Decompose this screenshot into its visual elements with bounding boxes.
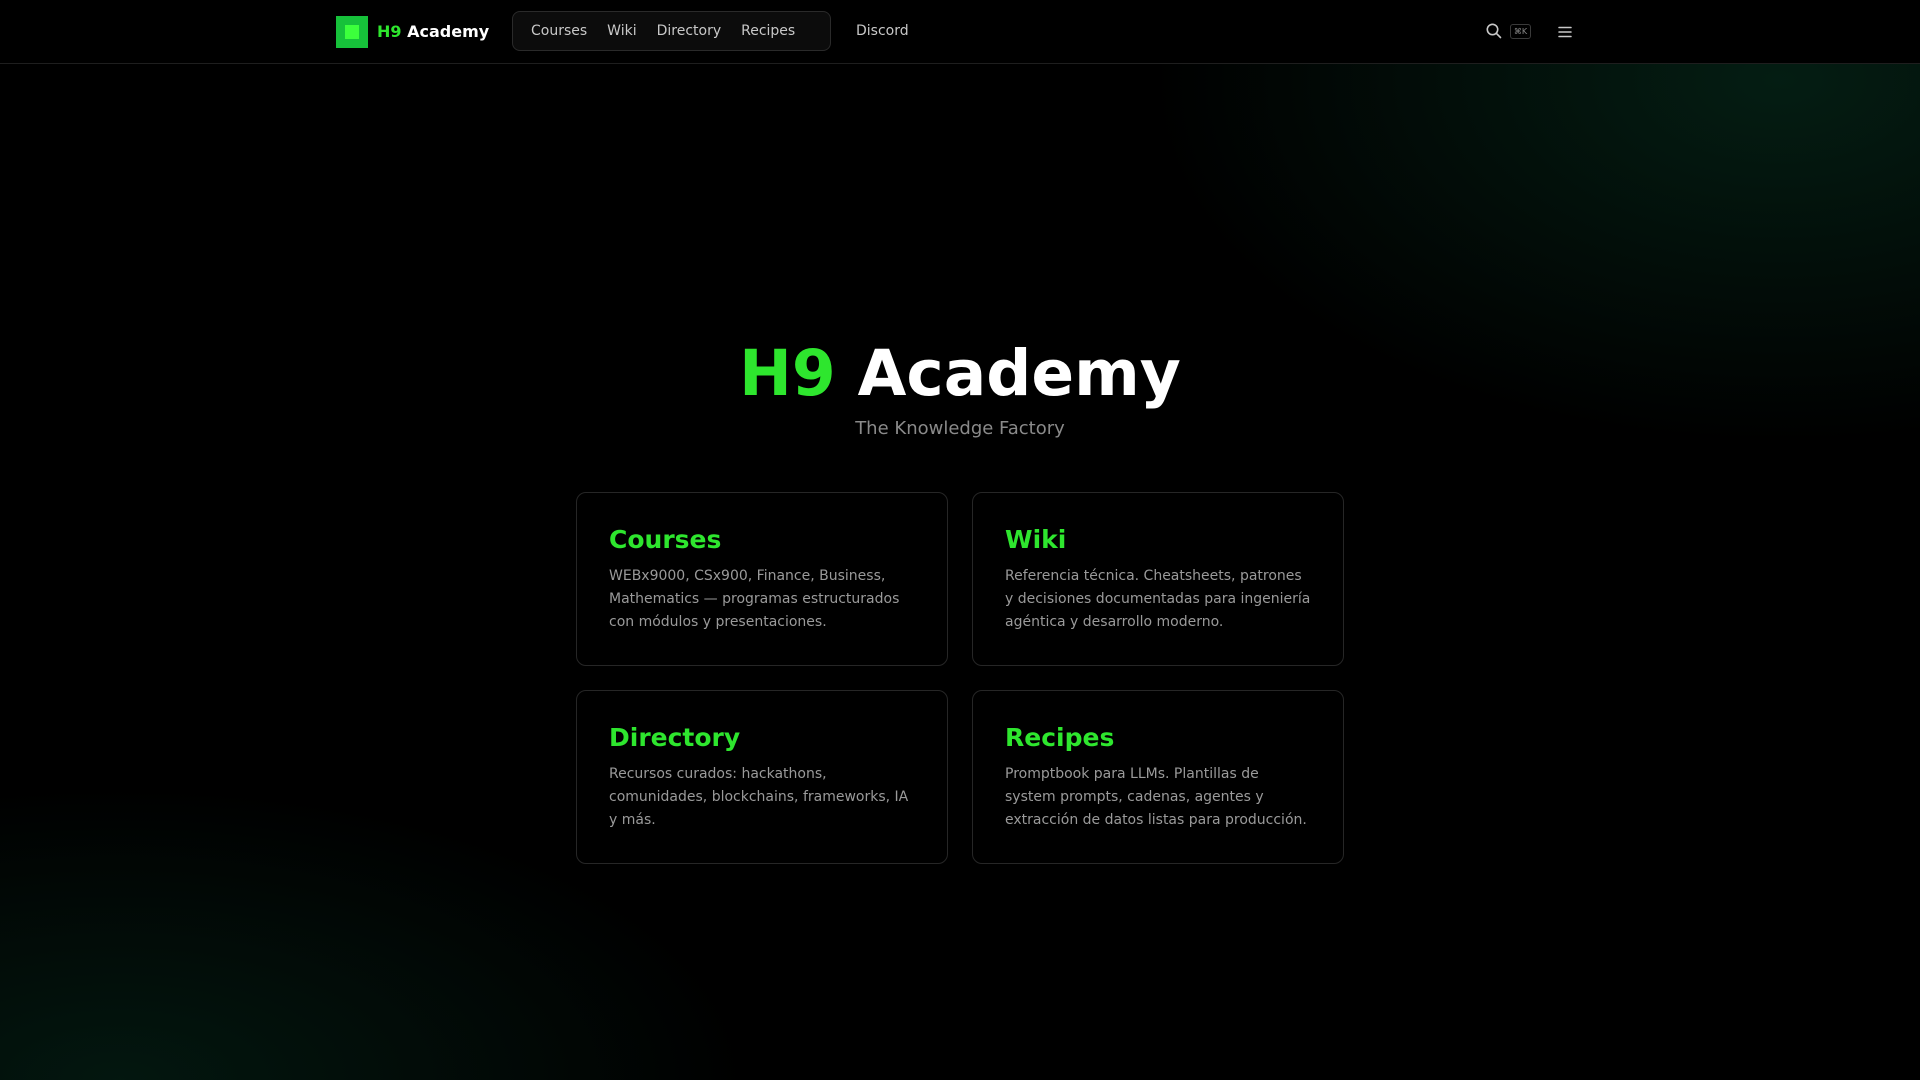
menu-button[interactable] xyxy=(1557,24,1573,38)
page: H9 Academy Courses Wiki Directory Recipe… xyxy=(0,0,1920,1080)
card-courses[interactable]: Courses WEBx9000, CSx900, Finance, Busin… xyxy=(576,492,948,666)
card-title: Directory xyxy=(609,723,741,752)
card-description: Recursos curados: hackathons, comunidade… xyxy=(609,766,909,828)
card-description: WEBx9000, CSx900, Finance, Business, Mat… xyxy=(609,568,900,630)
home-logo-link[interactable]: H9 Academy xyxy=(336,15,489,48)
top-navigation-bar: H9 Academy Courses Wiki Directory Recipe… xyxy=(0,0,1920,64)
hero-title: H9 Academy xyxy=(0,334,1920,414)
hero-title-rest: Academy xyxy=(835,337,1181,410)
search-button[interactable] xyxy=(1485,22,1503,40)
card-description: Promptbook para LLMs. Plantillas de syst… xyxy=(1005,766,1307,828)
card-title: Wiki xyxy=(1005,525,1067,554)
card-recipes[interactable]: Recipes Promptbook para LLMs. Plantillas… xyxy=(972,690,1344,864)
card-title: Courses xyxy=(609,525,722,554)
logo-icon xyxy=(336,15,368,48)
card-description: Referencia técnica. Cheatsheets, patrone… xyxy=(1005,568,1311,630)
nav-link-courses[interactable]: Courses xyxy=(521,11,597,51)
search-icon xyxy=(1486,23,1502,39)
hero-subtitle: The Knowledge Factory xyxy=(855,418,1065,439)
nav-link-recipes[interactable]: Recipes xyxy=(731,11,805,51)
logo-text: H9 Academy xyxy=(377,22,489,41)
logo-text-accent: H9 xyxy=(377,22,402,41)
nav-link-discord[interactable]: Discord xyxy=(856,11,909,51)
primary-nav: Courses Wiki Directory Recipes xyxy=(512,11,831,51)
search-shortcut-badge: ⌘K xyxy=(1510,24,1531,39)
nav-link-wiki[interactable]: Wiki xyxy=(597,11,646,51)
card-wiki[interactable]: Wiki Referencia técnica. Cheatsheets, pa… xyxy=(972,492,1344,666)
card-title: Recipes xyxy=(1005,723,1115,752)
menu-icon xyxy=(1558,26,1572,38)
nav-link-directory[interactable]: Directory xyxy=(647,11,732,51)
card-directory[interactable]: Directory Recursos curados: hackathons, … xyxy=(576,690,948,864)
logo-text-rest: Academy xyxy=(401,22,490,41)
logo-icon-inner xyxy=(345,24,359,39)
hero-title-accent: H9 xyxy=(739,337,836,410)
